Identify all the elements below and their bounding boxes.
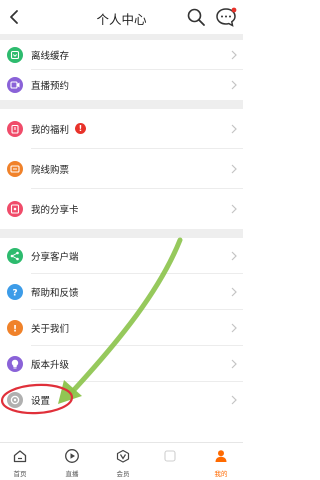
menu-item-label: 版本升级: [31, 360, 70, 371]
info-icon: !: [7, 320, 23, 336]
tab-label: 会员: [116, 470, 130, 478]
profile-icon: [215, 450, 227, 462]
tab-mine[interactable]: 我的: [197, 443, 245, 480]
menu-item-label: 关于我们: [31, 324, 70, 335]
upgrade-icon: [7, 356, 23, 372]
menu-item-share-card[interactable]: 我的分享卡: [0, 189, 243, 229]
menu-item-label: 直播预约: [31, 81, 70, 92]
tab-label: 我的: [214, 470, 228, 478]
settings-icon: [7, 392, 23, 408]
tab-partial[interactable]: [146, 443, 194, 480]
chevron-right-icon: [231, 359, 237, 369]
gift-icon: [7, 121, 23, 137]
svg-text:?: ?: [12, 289, 17, 299]
tab-home[interactable]: 首页: [0, 443, 44, 480]
tab-vip[interactable]: 会员: [99, 443, 147, 480]
svg-text:!: !: [13, 325, 17, 335]
help-icon: ?: [7, 284, 23, 300]
top-bar: 个人中心: [0, 0, 243, 34]
tab-live[interactable]: 直播: [48, 443, 96, 480]
chevron-right-icon: [231, 395, 237, 405]
menu-item-label: 设置: [31, 396, 51, 407]
download-icon: [7, 47, 23, 63]
vip-icon: [116, 449, 130, 463]
menu-item-about-us[interactable]: ! 关于我们: [0, 310, 243, 346]
menu-item-settings[interactable]: 设置: [0, 382, 243, 418]
play-icon: [65, 449, 79, 463]
notification-badge: !: [75, 123, 86, 134]
live-reserve-icon: [7, 77, 23, 93]
menu-item-label: 帮助和反馈: [31, 288, 79, 299]
partial-tab-icon: [164, 450, 176, 462]
chevron-right-icon: [231, 287, 237, 297]
share-card-icon: [7, 201, 23, 217]
chevron-right-icon: [231, 204, 237, 214]
menu-item-label: 离线缓存: [31, 51, 70, 62]
section-gap: [0, 100, 243, 109]
menu-item-label: 我的福利: [31, 125, 70, 136]
menu-item-welfare[interactable]: 我的福利 !: [0, 109, 243, 149]
chevron-right-icon: [231, 251, 237, 261]
menu-item-label: 分享客户端: [31, 252, 79, 263]
share-icon: [7, 248, 23, 264]
menu-item-version-upgrade[interactable]: 版本升级: [0, 346, 243, 382]
menu-item-label: 院线购票: [31, 165, 70, 176]
page-title: 个人中心: [96, 12, 147, 27]
home-icon: [13, 450, 27, 463]
menu-item-cinema-ticket[interactable]: 院线购票: [0, 149, 243, 189]
search-icon[interactable]: [186, 7, 206, 27]
menu-item-label: 我的分享卡: [31, 205, 79, 216]
menu-item-share-app[interactable]: 分享客户端: [0, 238, 243, 274]
section-gap: [0, 229, 243, 238]
menu-item-offline-cache[interactable]: 离线缓存: [0, 40, 243, 70]
message-icon[interactable]: [215, 6, 237, 28]
tab-label: 首页: [13, 470, 27, 478]
chevron-right-icon: [231, 50, 237, 60]
chevron-right-icon: [231, 164, 237, 174]
chevron-right-icon: [231, 80, 237, 90]
menu-item-help-feedback[interactable]: ? 帮助和反馈: [0, 274, 243, 310]
bottom-tab-bar: 首页 直播 会员 我的: [0, 442, 243, 480]
chevron-right-icon: [231, 124, 237, 134]
tab-label: 直播: [65, 470, 79, 478]
chevron-right-icon: [231, 323, 237, 333]
menu-item-live-reserve[interactable]: 直播预约: [0, 70, 243, 100]
ticket-icon: [7, 161, 23, 177]
